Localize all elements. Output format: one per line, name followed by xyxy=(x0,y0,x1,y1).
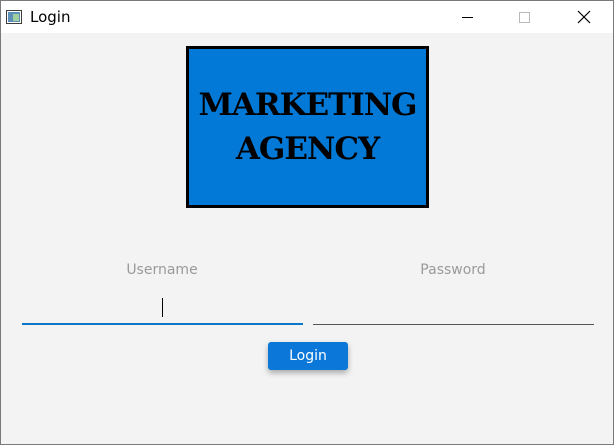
password-field[interactable] xyxy=(313,291,594,325)
login-button[interactable]: Login xyxy=(268,342,348,370)
close-icon xyxy=(577,10,591,24)
maximize-button[interactable] xyxy=(501,1,547,33)
maximize-icon xyxy=(518,11,530,23)
username-label: Username xyxy=(126,262,198,278)
logo-line-1: MARKETING xyxy=(198,87,417,123)
minimize-icon xyxy=(461,16,473,18)
logo-line-2: AGENCY xyxy=(235,131,380,167)
agency-logo: MARKETING AGENCY xyxy=(186,46,429,208)
window-title: Login xyxy=(30,8,71,26)
title-bar[interactable]: Login xyxy=(1,1,613,33)
close-button[interactable] xyxy=(561,1,607,33)
login-window: Login MARKETING AGENCY Username Password… xyxy=(0,0,614,445)
password-label: Password xyxy=(420,262,486,278)
text-caret xyxy=(162,298,163,317)
app-icon xyxy=(6,10,22,24)
minimize-button[interactable] xyxy=(444,1,490,33)
